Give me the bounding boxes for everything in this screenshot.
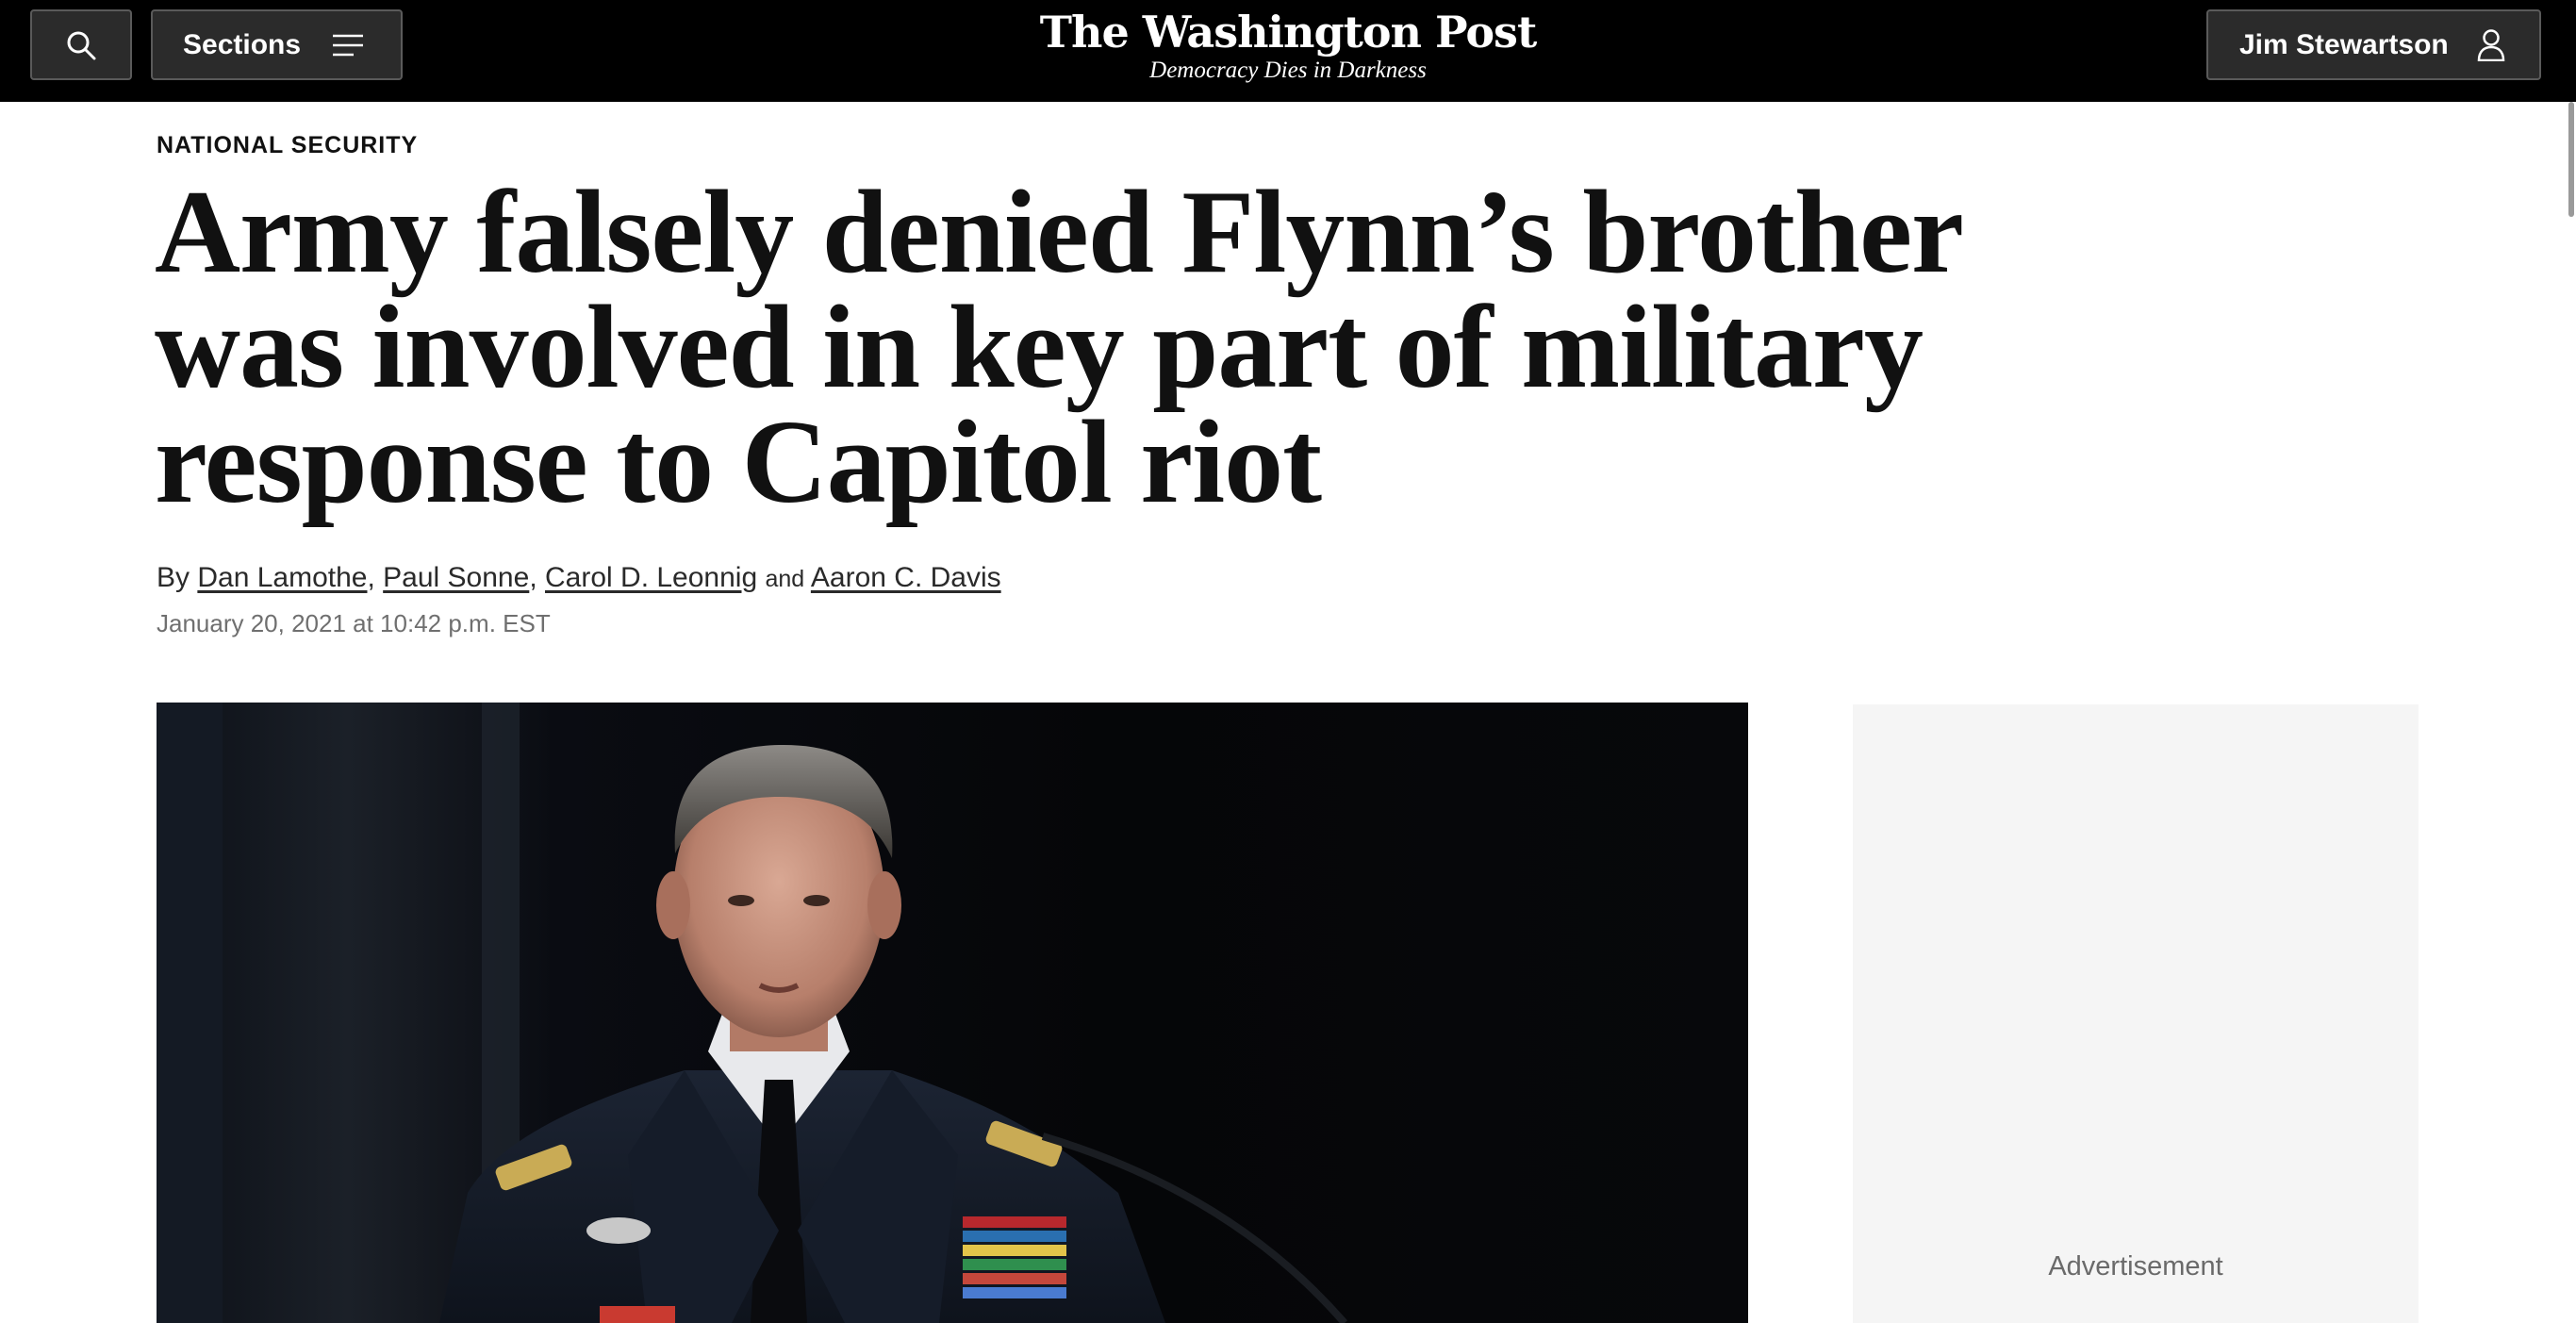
search-icon: [66, 30, 96, 60]
article-headline: Army falsely denied Flynn’s brother was …: [155, 167, 1962, 528]
user-icon: [2477, 28, 2505, 61]
author-link[interactable]: Aaron C. Davis: [811, 562, 1001, 593]
publish-date: January 20, 2021 at 10:42 p.m. EST: [157, 609, 551, 637]
masthead-logo[interactable]: The Washington Post Democracy Dies in Da…: [1005, 4, 1571, 83]
byline-prefix: By: [157, 562, 190, 593]
author-link[interactable]: Dan Lamothe: [197, 562, 367, 593]
byline-separator: ,: [367, 562, 375, 593]
masthead-tagline: Democracy Dies in Darkness: [1149, 58, 1427, 83]
sections-menu-button[interactable]: Sections: [151, 9, 403, 80]
author-link[interactable]: Carol D. Leonnig: [545, 562, 757, 593]
lead-photo: [157, 703, 1748, 1323]
page-scrollbar-track[interactable]: [2567, 102, 2576, 1323]
masthead-title: The Washington Post: [1039, 7, 1537, 58]
sections-label: Sections: [183, 28, 302, 60]
account-button[interactable]: Jim Stewartson: [2206, 9, 2541, 80]
byline: By Dan Lamothe, Paul Sonne, Carol D. Leo…: [157, 562, 1001, 594]
hamburger-menu-icon: [333, 34, 364, 57]
byline-separator: ,: [529, 562, 537, 593]
top-navigation-bar: Sections The Washington Post Democracy D…: [0, 0, 2576, 102]
byline-conjunction: and: [765, 566, 805, 592]
advertisement-slot[interactable]: Advertisement: [1853, 704, 2419, 1323]
page-scrollbar-thumb[interactable]: [2568, 102, 2574, 217]
section-kicker-link[interactable]: NATIONAL SECURITY: [157, 132, 418, 159]
user-name: Jim Stewartson: [2239, 28, 2449, 60]
lead-photo-illustration: [157, 703, 1348, 1323]
search-button[interactable]: [30, 9, 132, 80]
advertisement-label: Advertisement: [2048, 1251, 2223, 1282]
author-link[interactable]: Paul Sonne: [383, 562, 529, 593]
